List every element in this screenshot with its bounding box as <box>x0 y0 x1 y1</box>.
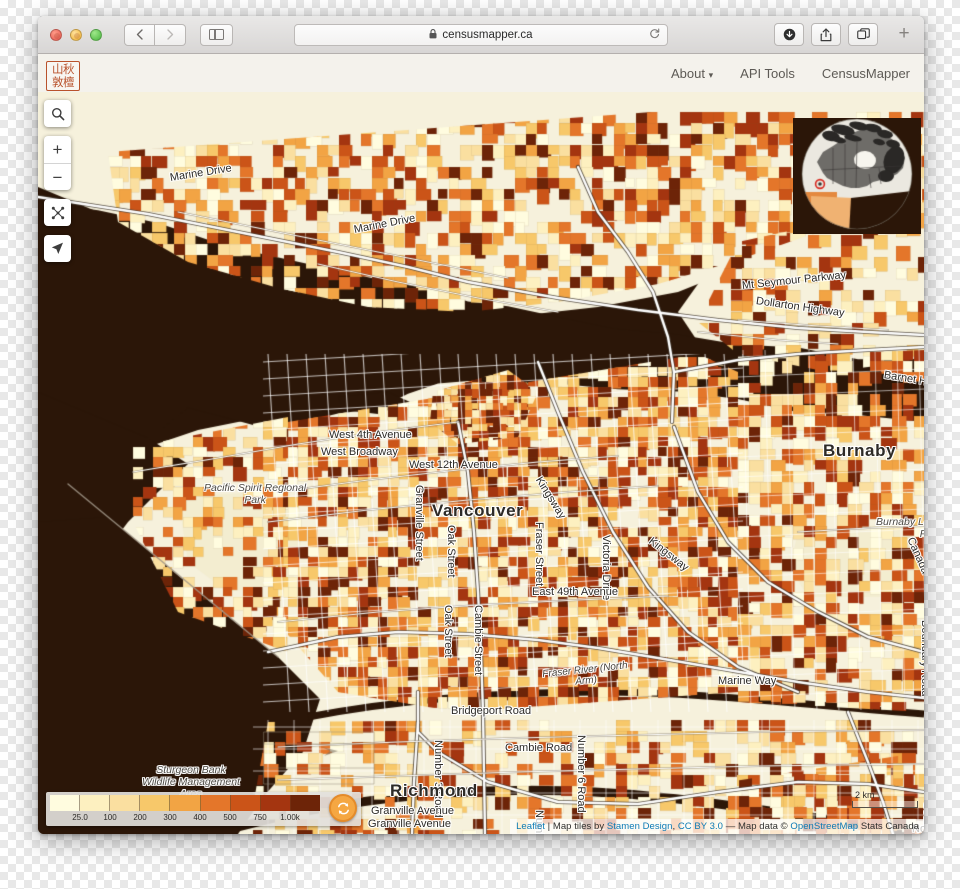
attrib-statscan: Stats Canada <box>858 821 919 832</box>
show-tabs-icon <box>856 28 870 40</box>
map-legend: 25.0 100 200 300 400 500 750 1.00k <box>46 792 361 826</box>
forward-button[interactable] <box>155 23 186 46</box>
legend-color-swatches <box>50 795 320 811</box>
choropleth-map-canvas[interactable] <box>38 92 924 834</box>
zoom-control: + − <box>44 136 71 190</box>
legend-swatch-6 <box>230 795 261 811</box>
nav-item-api-tools[interactable]: API Tools <box>740 66 795 81</box>
reload-icon[interactable] <box>649 28 660 41</box>
legend-swatch-1 <box>80 795 111 811</box>
overview-minimap[interactable] <box>793 118 921 234</box>
leaflet-link[interactable]: Leaflet <box>516 821 545 832</box>
chevron-right-icon <box>166 29 173 40</box>
map-attribution: Leaflet | Map tiles by Stamen Design, CC… <box>510 819 924 834</box>
nav-item-censusmapper[interactable]: CensusMapper <box>822 66 910 81</box>
search-icon[interactable] <box>44 100 71 127</box>
censusmapper-logo[interactable]: 山秋 敦檀 <box>46 61 80 91</box>
map-controls: + − <box>44 100 71 262</box>
legend-tick-0: 25.0 <box>72 813 88 822</box>
new-tab-button[interactable]: + <box>892 24 916 54</box>
attrib-sep: | <box>544 821 553 832</box>
legend-swatch-3 <box>140 795 171 811</box>
legend-swatch-4 <box>170 795 201 811</box>
search-control <box>44 100 71 127</box>
stamen-link[interactable]: Stamen Design <box>607 821 673 832</box>
nav-item-about[interactable]: About ▾ <box>671 66 713 81</box>
screenshot-root: censusmapper.ca + 山秋 敦檀 About ▾ API Tool… <box>0 0 960 889</box>
close-window-button[interactable] <box>50 28 62 41</box>
legend-tick-6: 750 <box>253 813 267 822</box>
address-bar[interactable]: censusmapper.ca <box>294 24 668 46</box>
legend-tick-5: 500 <box>223 813 237 822</box>
navigation-buttons <box>124 23 186 46</box>
map-scale-bar: 2 km <box>852 790 918 808</box>
locate-icon[interactable] <box>44 235 71 262</box>
legend-tick-4: 400 <box>193 813 207 822</box>
fullscreen-control <box>44 199 71 226</box>
show-tabs-button[interactable] <box>848 23 878 46</box>
scale-label: 2 km <box>855 790 875 800</box>
legend-swatch-7 <box>260 795 291 811</box>
window-traffic-lights <box>50 28 102 41</box>
share-button[interactable] <box>811 23 841 46</box>
legend-swatch-8 <box>290 795 320 811</box>
url-text: censusmapper.ca <box>442 29 533 41</box>
browser-window: censusmapper.ca + 山秋 敦檀 About ▾ API Tool… <box>38 16 924 834</box>
legend-tick-1: 100 <box>103 813 117 822</box>
scale-bar-line <box>852 801 918 808</box>
toolbar-right-buttons <box>774 23 878 46</box>
attrib-dash: — <box>723 821 738 832</box>
chevron-left-icon <box>136 29 143 40</box>
lock-icon <box>429 28 437 42</box>
legend-tick-3: 300 <box>163 813 177 822</box>
legend-tick-2: 200 <box>133 813 147 822</box>
fullscreen-icon[interactable] <box>44 199 71 226</box>
browser-titlebar: censusmapper.ca + <box>38 16 924 54</box>
map-viewport[interactable]: Marine Drive Marine Drive Mt Seymour Parkw… <box>38 92 924 834</box>
legend-tick-7: 1.00k <box>280 813 300 822</box>
downloads-button[interactable] <box>774 23 804 46</box>
share-icon <box>820 27 832 41</box>
page-body: 山秋 敦檀 About ▾ API Tools CensusMapper Mari… <box>38 54 924 834</box>
locate-control <box>44 235 71 262</box>
chevron-down-icon: ▾ <box>708 70 714 80</box>
maximize-window-button[interactable] <box>90 28 102 41</box>
license-link[interactable]: CC BY 3.0 <box>678 821 723 832</box>
sidebar-toggle-icon <box>209 28 224 41</box>
site-nav-links: About ▾ API Tools CensusMapper <box>671 66 910 81</box>
minimap-canvas[interactable] <box>793 118 921 234</box>
legend-swatch-5 <box>200 795 231 811</box>
zoom-out-icon[interactable]: − <box>44 163 71 190</box>
legend-swatch-0 <box>50 795 81 811</box>
minimize-window-button[interactable] <box>70 28 82 41</box>
attrib-tiles-prefix: Map tiles by <box>552 821 607 832</box>
sidebar-toggle-button[interactable] <box>200 23 233 46</box>
refresh-icon[interactable] <box>329 794 357 822</box>
back-button[interactable] <box>124 23 155 46</box>
attrib-data-prefix: Map data © <box>737 821 791 832</box>
legend-tick-labels: 25.0 100 200 300 400 500 750 1.00k <box>50 811 320 825</box>
openstreetmap-link[interactable]: OpenStreetMap <box>790 821 858 832</box>
zoom-in-icon[interactable]: + <box>44 136 71 163</box>
legend-swatch-2 <box>110 795 141 811</box>
download-icon <box>783 28 795 41</box>
